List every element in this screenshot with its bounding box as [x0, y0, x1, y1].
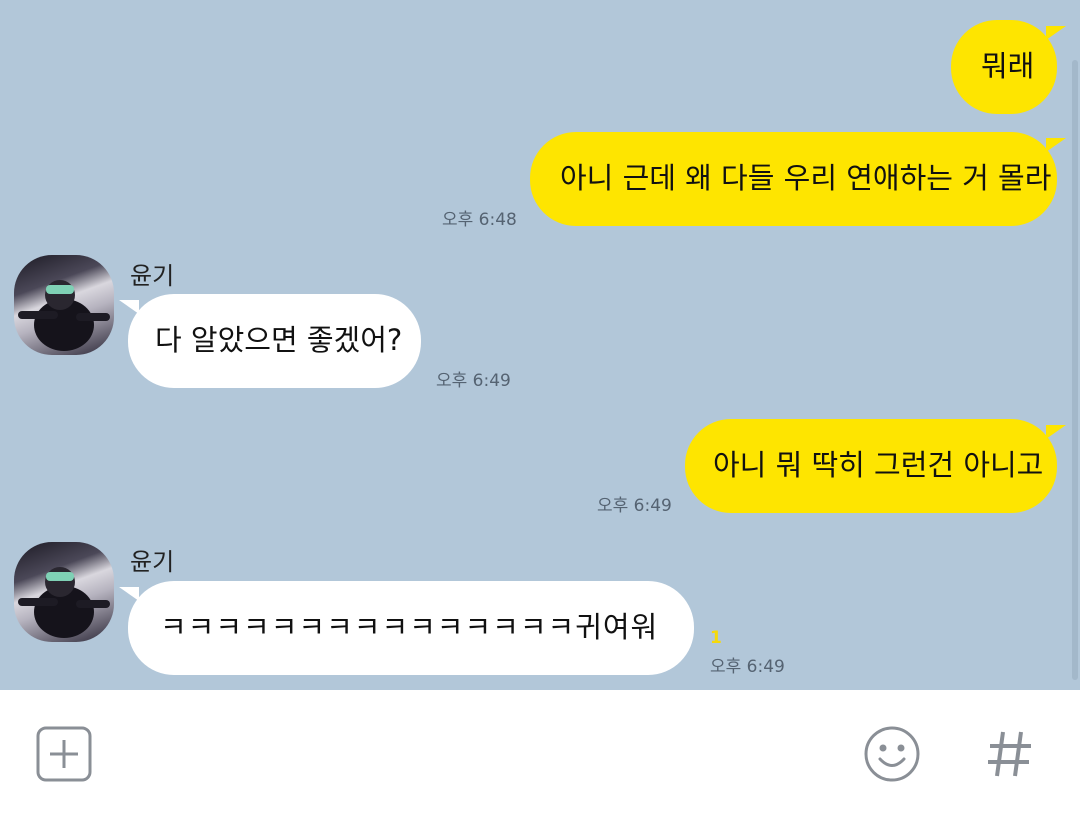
unread-count: 1 [710, 628, 722, 648]
smile-icon [864, 726, 920, 782]
message-time: 오후 6:49 [597, 496, 672, 516]
their-message-bubble[interactable]: ㅋㅋㅋㅋㅋㅋㅋㅋㅋㅋㅋㅋㅋㅋㅋ귀여워 [119, 581, 694, 675]
contact-avatar[interactable] [14, 255, 114, 355]
scrollbar[interactable] [1072, 60, 1078, 680]
contact-name: 윤기 [130, 262, 175, 290]
my-message-bubble[interactable]: 뭐래 [951, 20, 1066, 114]
avatar-photo [18, 567, 110, 638]
message-text: 아니 근데 왜 다들 우리 연애하는 거 몰라 [560, 161, 1052, 195]
contact-name: 윤기 [130, 548, 175, 576]
my-message-bubble[interactable]: 아니 근데 왜 다들 우리 연애하는 거 몰라 [530, 132, 1066, 226]
message-time: 오후 6:49 [436, 371, 511, 391]
message-composer [0, 690, 1080, 816]
chat-area[interactable]: 뭐래 아니 근데 왜 다들 우리 연애하는 거 몰라 오후 6:48 윤기 다 … [0, 0, 1080, 690]
their-message-bubble[interactable]: 다 알았으면 좋겠어? [119, 294, 421, 388]
message-time: 오후 6:49 [710, 657, 785, 677]
hash-icon [988, 731, 1031, 777]
add-attachment-button[interactable] [36, 726, 92, 782]
message-text: 다 알았으면 좋겠어? [155, 323, 403, 357]
my-message-bubble[interactable]: 아니 뭐 딱히 그런건 아니고 [685, 419, 1066, 513]
plus-square-icon [36, 726, 92, 782]
hashtag-search-button[interactable] [985, 724, 1035, 784]
emoji-button[interactable] [862, 724, 922, 784]
message-text: 뭐래 [981, 49, 1035, 83]
message-text: 아니 뭐 딱히 그런건 아니고 [713, 448, 1044, 482]
message-text: ㅋㅋㅋㅋㅋㅋㅋㅋㅋㅋㅋㅋㅋㅋㅋ귀여워 [160, 610, 659, 644]
avatar-photo [18, 280, 110, 351]
message-time: 오후 6:48 [442, 210, 517, 230]
contact-avatar[interactable] [14, 542, 114, 642]
